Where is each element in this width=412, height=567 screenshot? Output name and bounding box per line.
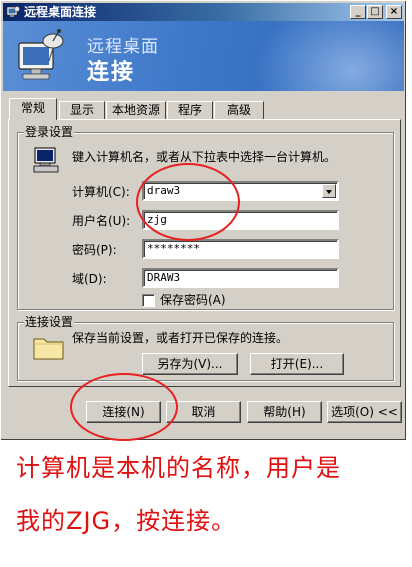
username-label: 用户名(U): — [72, 214, 131, 228]
tab-panel-general: 登录设置 键入计算机名，或者从下拉表中选择一台计算机。 计算机(C): draw… — [8, 119, 401, 387]
window-title: 远程桌面连接 — [24, 5, 97, 19]
tab-general[interactable]: 常规 — [9, 98, 57, 120]
title-bar[interactable]: 远程桌面连接 _ □ × — [3, 3, 404, 21]
remote-desktop-dialog: 远程桌面连接 _ □ × 远程桌面 连接 常规 显示 本地资源 程序 高级 登录… — [0, 0, 407, 441]
connection-settings-group: 连接设置 保存当前设置，或者打开已保存的连接。 另存为(V)... 打开(E).… — [17, 315, 394, 381]
caption-line2: 我的ZJG，按连接。 — [16, 507, 237, 535]
computer-value: draw3 — [147, 184, 181, 197]
options-button[interactable]: 选项(O) << — [327, 401, 402, 423]
save-password-checkbox[interactable] — [142, 294, 155, 307]
tab-programs[interactable]: 程序 — [167, 101, 213, 119]
chevron-down-icon[interactable] — [322, 184, 336, 198]
remote-desktop-app-icon — [6, 6, 20, 17]
maximize-button[interactable]: □ — [367, 5, 383, 19]
login-settings-label: 登录设置 — [24, 125, 75, 139]
username-input[interactable]: zjg — [142, 210, 339, 230]
remote-computer-icon — [18, 29, 64, 80]
connect-button[interactable]: 连接(N) — [86, 401, 161, 423]
login-description: 键入计算机名，或者从下拉表中选择一台计算机。 — [72, 150, 337, 164]
password-label: 密码(P): — [72, 243, 117, 257]
computer-label: 计算机(C): — [72, 185, 130, 199]
computer-combobox[interactable]: draw3 — [142, 181, 339, 201]
open-button[interactable]: 打开(E)... — [250, 353, 344, 375]
domain-label: 域(D): — [72, 272, 107, 286]
domain-input[interactable]: DRAW3 — [142, 268, 339, 288]
close-button[interactable]: × — [386, 5, 402, 19]
banner-title-line2: 连接 — [87, 60, 136, 85]
computer-icon — [33, 147, 59, 173]
banner: 远程桌面 连接 — [3, 21, 404, 91]
connection-description: 保存当前设置，或者打开已保存的连接。 — [72, 331, 289, 345]
folder-icon — [33, 338, 64, 360]
connection-settings-label: 连接设置 — [24, 315, 75, 329]
save-password-label[interactable]: 保存密码(A) — [160, 292, 226, 308]
caption-line1: 计算机是本机的名称，用户是 — [16, 454, 341, 482]
login-settings-group: 登录设置 键入计算机名，或者从下拉表中选择一台计算机。 计算机(C): draw… — [17, 125, 394, 310]
tab-local-resources[interactable]: 本地资源 — [106, 101, 166, 119]
banner-glow — [253, 21, 404, 91]
help-button[interactable]: 帮助(H) — [247, 401, 322, 423]
save-as-button[interactable]: 另存为(V)... — [142, 353, 238, 375]
tab-display[interactable]: 显示 — [59, 101, 105, 119]
cancel-button[interactable]: 取消 — [166, 401, 241, 423]
minimize-button[interactable]: _ — [350, 5, 366, 19]
password-input[interactable]: ******** — [142, 239, 339, 259]
tab-advanced[interactable]: 高级 — [214, 101, 264, 119]
